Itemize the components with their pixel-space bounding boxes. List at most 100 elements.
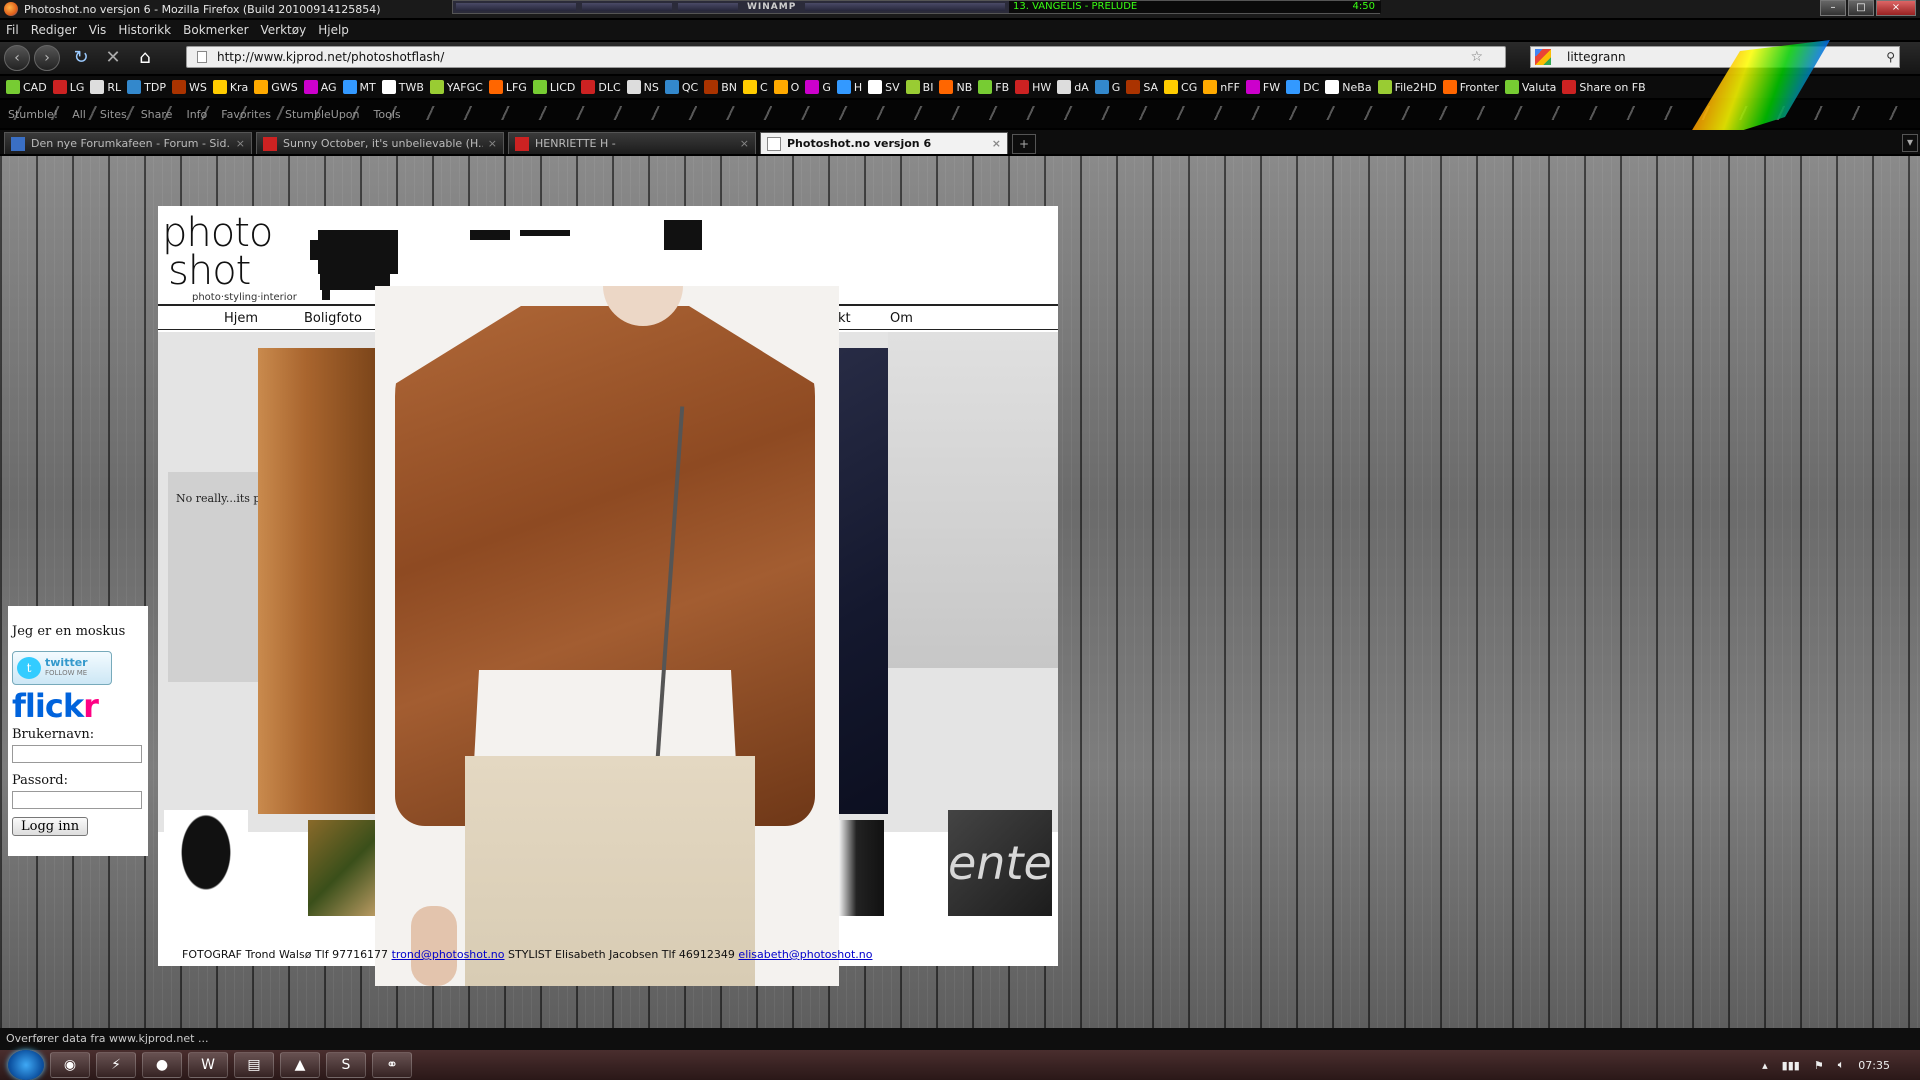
network-taskbar-icon[interactable]: ⚭	[372, 1052, 412, 1078]
bookmark-item[interactable]: CAD	[6, 80, 47, 94]
search-icon[interactable]: ⚲	[1886, 47, 1895, 67]
addon-item[interactable]: Tools	[374, 108, 401, 121]
bookmark-item[interactable]: GWS	[254, 80, 298, 94]
bookmark-item[interactable]: Valuta	[1504, 80, 1556, 94]
signal-icon[interactable]: ▮▮▮	[1782, 1059, 1800, 1072]
menu-verktoy[interactable]: Verktøy	[261, 23, 307, 37]
bookmark-item[interactable]: FW	[1245, 80, 1280, 94]
google-icon[interactable]	[1535, 49, 1551, 65]
addon-item[interactable]: Favorites	[221, 108, 271, 121]
tab-close-icon[interactable]: ×	[740, 137, 749, 150]
close-button[interactable]: ×	[1876, 0, 1916, 16]
home-icon[interactable]: ⌂	[134, 47, 156, 69]
bookmark-item[interactable]: G	[1094, 80, 1120, 94]
thumbnail-black-dress[interactable]	[164, 810, 248, 916]
bookmark-item[interactable]: BN	[704, 80, 737, 94]
forward-icon[interactable]: ›	[34, 45, 60, 71]
bookmark-item[interactable]: TDP	[127, 80, 166, 94]
bookmark-item[interactable]: WS	[171, 80, 207, 94]
skype-taskbar-icon[interactable]: S	[326, 1052, 366, 1078]
bookmark-item[interactable]: FB	[978, 80, 1009, 94]
password-field[interactable]	[12, 791, 142, 809]
thumbnail-hands[interactable]	[308, 820, 384, 916]
enlarged-photo-leather-jacket[interactable]	[375, 286, 839, 986]
tab-list-icon[interactable]: ▾	[1902, 134, 1918, 152]
bookmark-item[interactable]: BI	[905, 80, 933, 94]
nav-boligfoto[interactable]: Boligfoto	[304, 311, 362, 326]
bookmark-item[interactable]: MT	[342, 80, 376, 94]
tab-forumkafeen[interactable]: Den nye Forumkafeen - Forum - Sid... ×	[4, 132, 252, 154]
bookmark-item[interactable]: SA	[1126, 80, 1158, 94]
bookmark-item[interactable]: dA	[1057, 80, 1089, 94]
flag-icon[interactable]: ⚑	[1814, 1059, 1824, 1072]
addon-item[interactable]: Stumble!	[8, 108, 58, 121]
bookmark-item[interactable]: H	[836, 80, 862, 94]
winamp-player[interactable]: WINAMP 13. VANGELIS - PRELUDE 4:50	[452, 0, 1381, 14]
minimize-button[interactable]: –	[1820, 0, 1846, 16]
firefox-taskbar-icon[interactable]: ◉	[50, 1052, 90, 1078]
thumbnail-jacket[interactable]	[838, 820, 884, 916]
winamp-controls[interactable]	[805, 3, 1006, 11]
thumbnail-ente[interactable]: ente	[948, 810, 1052, 916]
bookmark-item[interactable]: O	[773, 80, 799, 94]
maximize-button[interactable]: □	[1848, 0, 1874, 16]
menu-fil[interactable]: Fil	[6, 23, 19, 37]
tab-close-icon[interactable]: ×	[992, 137, 1001, 150]
bookmark-item[interactable]: Kra	[212, 80, 248, 94]
nav-hjem[interactable]: Hjem	[224, 311, 258, 326]
tab-henriette[interactable]: HENRIETTE H - ×	[508, 132, 756, 154]
stop-icon[interactable]: ✕	[102, 47, 124, 69]
bookmark-item[interactable]: RL	[90, 80, 121, 94]
bookmark-item[interactable]: NB	[939, 80, 972, 94]
bookmark-item[interactable]: Share on FB	[1562, 80, 1646, 94]
gallery-photo-grey[interactable]	[888, 332, 1058, 668]
winamp-seek[interactable]	[456, 3, 576, 11]
bookmark-item[interactable]: LG	[52, 80, 84, 94]
word-taskbar-icon[interactable]: W	[188, 1052, 228, 1078]
photographer-email-link[interactable]: trond@photoshot.no	[392, 948, 505, 961]
bookmark-item[interactable]: TWB	[381, 80, 424, 94]
addon-item[interactable]: Info	[186, 108, 207, 121]
bookmark-item[interactable]: File2HD	[1377, 80, 1437, 94]
reload-icon[interactable]: ↻	[70, 47, 92, 69]
addon-item[interactable]: StumbleUpon	[285, 108, 360, 121]
bookmark-item[interactable]: G	[805, 80, 831, 94]
tray-expand-icon[interactable]: ▴	[1762, 1059, 1768, 1072]
menu-historikk[interactable]: Historikk	[118, 23, 171, 37]
bookmark-item[interactable]: nFF	[1203, 80, 1240, 94]
winamp-balance[interactable]	[678, 3, 738, 11]
tab-sunny-october[interactable]: Sunny October, it's unbelievable (H... ×	[256, 132, 504, 154]
bookmark-item[interactable]: SV	[868, 80, 900, 94]
menu-rediger[interactable]: Rediger	[31, 23, 77, 37]
stylist-email-link[interactable]: elisabeth@photoshot.no	[738, 948, 872, 961]
winamp-taskbar-icon[interactable]: ⚡	[96, 1052, 136, 1078]
start-button[interactable]	[8, 1050, 44, 1080]
bookmark-item[interactable]: HW	[1015, 80, 1051, 94]
addon-item[interactable]: Share	[141, 108, 173, 121]
username-field[interactable]	[12, 745, 142, 763]
bookmark-item[interactable]: AG	[303, 80, 337, 94]
bookmark-item[interactable]: YAFGC	[429, 80, 483, 94]
addon-item[interactable]: Sites	[100, 108, 127, 121]
tab-photoshot[interactable]: Photoshot.no versjon 6 ×	[760, 132, 1008, 154]
search-bar[interactable]: littegrann ⚲	[1530, 46, 1900, 68]
login-button[interactable]: Logg inn	[12, 817, 89, 836]
bookmark-item[interactable]: NS	[626, 80, 659, 94]
url-bar[interactable]: http://www.kjprod.net/photoshotflash/ ☆	[186, 46, 1506, 68]
explorer-taskbar-icon[interactable]: ▤	[234, 1052, 274, 1078]
menu-vis[interactable]: Vis	[89, 23, 107, 37]
photoshot-logo[interactable]: photo shot photo·styling·interior	[162, 213, 312, 303]
nav-kontakt[interactable]: kt	[838, 311, 851, 326]
gallery-photo-wood[interactable]	[258, 348, 378, 814]
bookmark-item[interactable]: LFG	[488, 80, 527, 94]
tab-close-icon[interactable]: ×	[488, 137, 497, 150]
bookmark-star-icon[interactable]: ☆	[1470, 47, 1483, 67]
nav-om[interactable]: Om	[890, 311, 913, 326]
bookmark-item[interactable]: NeBa	[1325, 80, 1372, 94]
volume-icon[interactable]: 🔈︎	[1838, 1058, 1845, 1072]
bookmark-item[interactable]: DLC	[581, 80, 621, 94]
vlc-taskbar-icon[interactable]: ▲	[280, 1052, 320, 1078]
clock[interactable]: 07:35	[1858, 1059, 1890, 1072]
flickr-logo[interactable]: flickr	[12, 687, 144, 725]
bookmark-item[interactable]: DC	[1286, 80, 1319, 94]
